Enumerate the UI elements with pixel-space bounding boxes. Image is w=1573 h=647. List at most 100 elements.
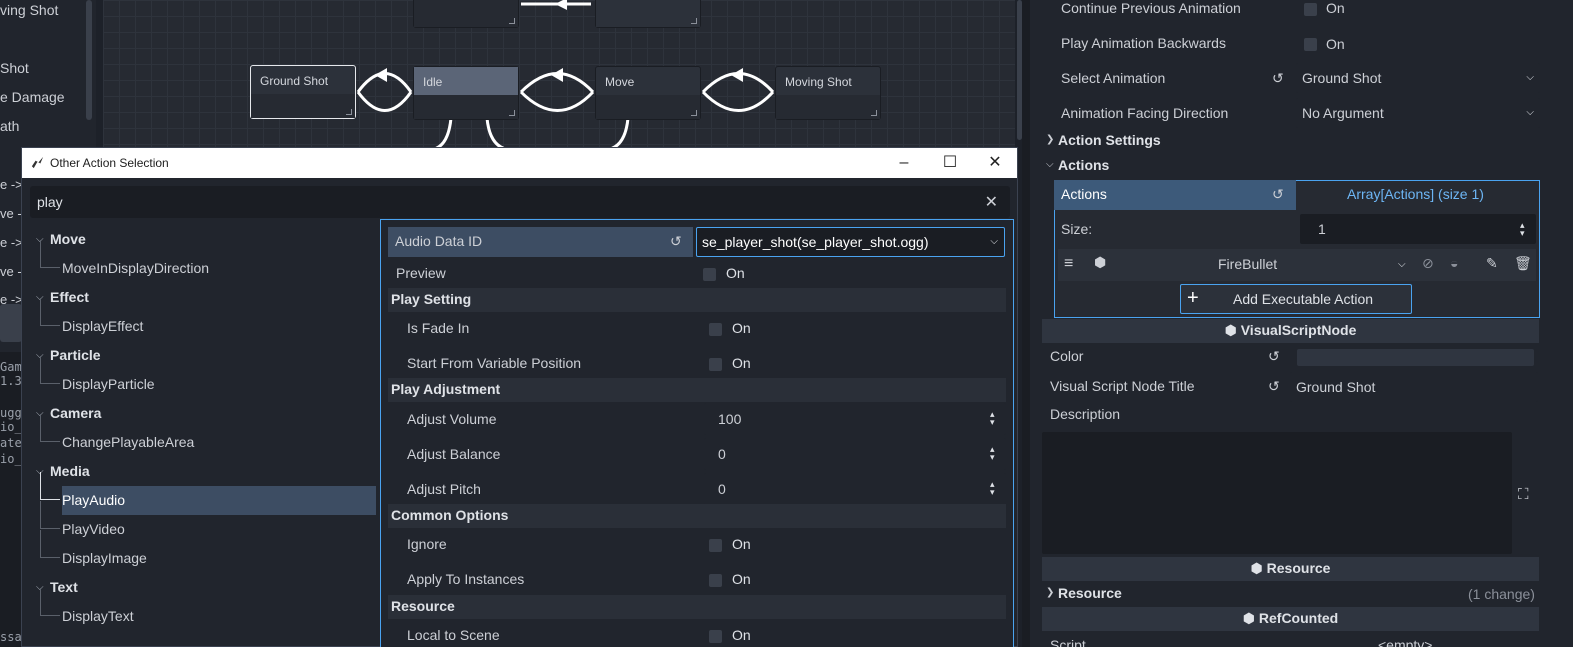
tree-item-change-playable-area[interactable]: ChangePlayableArea — [40, 414, 376, 457]
scene-list-item[interactable]: e Damage — [0, 89, 65, 105]
scene-list-item[interactable]: Shot — [0, 60, 29, 76]
preview-label: Preview — [396, 265, 446, 281]
spin-arrows-icon[interactable]: ▴ ▾ — [1520, 221, 1530, 238]
clear-search-icon[interactable]: ✕ — [985, 192, 998, 212]
chevron-right-icon[interactable]: ❯ — [1046, 134, 1054, 145]
delete-icon[interactable]: 🗑 — [1514, 255, 1532, 272]
refcounted-header: ⬢ RefCounted — [1042, 607, 1539, 631]
tree-line — [40, 501, 60, 529]
chevron-down-icon[interactable]: ⌵ — [1398, 259, 1406, 270]
tree-item-play-audio[interactable]: PlayAudio — [40, 472, 376, 515]
close-button[interactable]: ✕ — [972, 148, 1018, 178]
section-common-options[interactable]: Common Options — [388, 504, 1006, 528]
tree-line — [40, 240, 60, 268]
tree-item-label: PlayVideo — [62, 521, 125, 537]
resource-group[interactable]: Resource — [1058, 585, 1122, 601]
scene-list-item[interactable]: ath — [0, 118, 19, 134]
dropdown-value: Ground Shot — [1302, 70, 1382, 86]
maximize-button[interactable]: ☐ — [927, 148, 973, 178]
minimize-button[interactable]: – — [881, 148, 927, 178]
disable-icon[interactable]: ⊘ — [1422, 255, 1434, 272]
actions-group[interactable]: Actions — [1058, 157, 1109, 173]
console-line: Gam — [0, 360, 22, 374]
graph-node-moving-shot[interactable]: Moving Shot — [775, 66, 881, 120]
left-selection-box — [0, 304, 22, 342]
search-input[interactable] — [30, 186, 970, 218]
revert-icon[interactable]: ↺ — [1272, 70, 1284, 87]
action-tree: ⌵ Move MoveInDisplayDirection ⌵ Effect D… — [30, 226, 380, 646]
is-fade-in-checkbox[interactable] — [709, 323, 722, 336]
spin-arrows-icon[interactable]: ▴ ▾ — [990, 410, 1000, 427]
local-to-scene-checkbox[interactable] — [709, 630, 722, 643]
apply-to-instances-checkbox[interactable] — [709, 574, 722, 587]
spin-arrows-icon[interactable]: ▴ ▾ — [990, 480, 1000, 497]
size-spinbox[interactable]: 1 ▴ ▾ — [1300, 214, 1536, 244]
object-icon: ⬢ — [1224, 322, 1237, 338]
add-executable-action-button[interactable]: + Add Executable Action — [1180, 284, 1412, 314]
transition-item[interactable]: ve - — [0, 206, 22, 221]
actions-property-row[interactable]: Actions ↺ — [1054, 180, 1296, 210]
preview-checkbox[interactable] — [703, 268, 716, 281]
transition-item[interactable]: e -> — [0, 235, 23, 250]
tool-icon[interactable]: ◒ — [1450, 255, 1458, 271]
graph-node-ground-shot[interactable]: Ground Shot — [250, 65, 356, 119]
expand-icon[interactable]: ⛶ — [1518, 486, 1529, 503]
revert-icon[interactable]: ↺ — [1272, 186, 1284, 203]
audio-data-id-dropdown[interactable]: se_player_shot(se_player_shot.ogg) ⌵ — [696, 227, 1005, 257]
panel-divider[interactable] — [1022, 0, 1030, 647]
is-fade-in-row: Is Fade In On — [388, 312, 1006, 345]
spinbox-value: 0 — [718, 446, 726, 462]
node-title: Move — [605, 75, 635, 89]
vs-title-input[interactable]: Ground Shot — [1290, 372, 1538, 402]
tree-item-display-text[interactable]: DisplayText — [40, 588, 376, 631]
chevron-down-icon[interactable]: ⌵ — [1046, 159, 1054, 170]
revert-icon[interactable]: ↺ — [1268, 348, 1280, 365]
section-play-setting[interactable]: Play Setting — [388, 288, 1006, 312]
actions-array-toggle[interactable]: Array[Actions] (size 1) — [1347, 186, 1484, 202]
tree-item-display-image[interactable]: DisplayImage — [40, 530, 376, 573]
revert-icon[interactable]: ↺ — [1268, 378, 1280, 395]
chevron-right-icon[interactable]: ❯ — [1046, 587, 1054, 598]
edit-icon[interactable]: ✎ — [1486, 255, 1498, 272]
graph-node-move[interactable]: Move — [595, 66, 701, 120]
drag-handle-icon[interactable]: ≡ — [1064, 255, 1073, 273]
action-properties-panel: Audio Data ID ↺ se_player_shot(se_player… — [380, 219, 1014, 647]
ignore-checkbox[interactable] — [709, 539, 722, 552]
checkbox-label: On — [1326, 36, 1345, 52]
select-animation-dropdown[interactable]: Ground Shot ⌵ — [1296, 63, 1540, 93]
apply-to-instances-label: Apply To Instances — [407, 571, 525, 587]
adjust-volume-spinbox[interactable]: 100 ▴ ▾ — [704, 403, 1006, 435]
graph-node-idle[interactable]: Idle — [413, 66, 519, 120]
section-resource[interactable]: Resource — [388, 595, 1006, 619]
dialog-titlebar[interactable]: Other Action Selection – ☐ ✕ — [22, 148, 1017, 178]
section-play-adjustment[interactable]: Play Adjustment — [388, 378, 1006, 402]
play-anim-backwards-checkbox[interactable] — [1304, 38, 1317, 51]
left-scrollbar[interactable] — [86, 0, 92, 120]
continue-prev-anim-checkbox[interactable] — [1304, 3, 1317, 16]
action-list-item[interactable]: ≡ ⬢ FireBullet ⌵ ⊘ ◒ ✎ 🗑 — [1058, 249, 1536, 281]
spin-arrows-icon[interactable]: ▴ ▾ — [990, 445, 1000, 462]
adjust-balance-spinbox[interactable]: 0 ▴ ▾ — [704, 438, 1006, 470]
adjust-volume-label: Adjust Volume — [407, 411, 497, 427]
anim-facing-dropdown[interactable]: No Argument ⌵ — [1296, 98, 1540, 128]
adjust-pitch-row: Adjust Pitch 0 ▴ ▾ — [388, 473, 1006, 506]
revert-icon[interactable]: ↺ — [670, 233, 682, 250]
color-picker[interactable] — [1297, 349, 1534, 366]
script-value[interactable]: <empty> — [1378, 637, 1432, 647]
tree-item-display-particle[interactable]: DisplayParticle — [40, 356, 376, 399]
action-settings-group[interactable]: Action Settings — [1058, 132, 1161, 148]
state-graph-canvas[interactable]: Ground Shot Idle Move Moving Shot — [103, 0, 1015, 148]
tree-item-play-video[interactable]: PlayVideo — [40, 501, 376, 544]
tree-item-move-in-display-direction[interactable]: MoveInDisplayDirection — [40, 240, 376, 283]
scene-list-item[interactable]: ving Shot — [0, 2, 58, 18]
tree-item-label: DisplayText — [62, 608, 134, 624]
tree-item-display-effect[interactable]: DisplayEffect — [40, 298, 376, 341]
start-from-variable-checkbox[interactable] — [709, 358, 722, 371]
description-textarea[interactable] — [1042, 432, 1512, 554]
console-line: ssa — [0, 630, 22, 644]
start-from-variable-label: Start From Variable Position — [407, 355, 582, 371]
transition-item[interactable]: ve - — [0, 264, 22, 279]
transition-item[interactable]: e -> — [0, 177, 23, 192]
adjust-pitch-spinbox[interactable]: 0 ▴ ▾ — [704, 473, 1006, 505]
app-logo-icon — [31, 156, 44, 169]
